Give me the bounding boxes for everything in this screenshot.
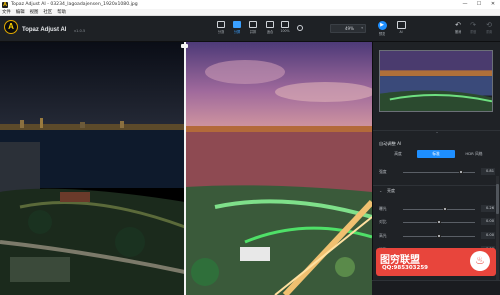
- exposure-label: 曝光: [379, 206, 387, 211]
- image-canvas[interactable]: [0, 42, 372, 295]
- window-title: Topaz Adjust AI - 03234_lagoadajensen_19…: [11, 2, 138, 7]
- zoom-100-button[interactable]: 100%: [278, 21, 292, 37]
- panel-bottom-bar: [372, 280, 500, 295]
- single-view-label: 分割: [217, 30, 225, 34]
- undo-label: 撤消: [454, 30, 462, 34]
- strength-label: 强度: [379, 169, 387, 174]
- topaz-logo: A: [4, 20, 18, 34]
- watermark-qq: QQ:985303259: [382, 265, 428, 271]
- watermark-logo: 图穷联盟 QQ:985303259 ♨: [376, 248, 496, 276]
- app-version: v1.0.5: [74, 29, 86, 33]
- highlights-slider-row: 高光 0.00: [379, 232, 495, 240]
- app-toolbar: A Topaz Adjust AI v1.0.5 分割 分屏 并排 适合 100…: [0, 16, 500, 42]
- contrast-label: 对比: [379, 219, 387, 224]
- fit-button[interactable]: 适合: [263, 21, 277, 37]
- navigator-thumbnail[interactable]: [379, 50, 493, 112]
- redo-button[interactable]: ↷ 重做: [466, 21, 480, 37]
- highlights-value[interactable]: 0.00: [481, 232, 495, 239]
- chevron-down-icon: ▾: [361, 26, 363, 30]
- topaz-icon: A: [2, 1, 8, 8]
- watermark-name: 图穷联盟: [380, 255, 420, 266]
- single-view-button[interactable]: 分割: [214, 21, 228, 37]
- strength-track[interactable]: [403, 172, 475, 173]
- preview-icon: ▶: [377, 21, 387, 30]
- zoom-100-label: 100%: [280, 29, 290, 33]
- contrast-slider-row: 对比 0.00: [379, 218, 495, 226]
- window-title-bar: A Topaz Adjust AI - 03234_lagoadajensen_…: [0, 0, 500, 9]
- menu-community[interactable]: 社区: [43, 9, 52, 15]
- split-view-label: 分屏: [233, 30, 241, 34]
- preview-button[interactable]: ▶ 预览: [375, 21, 389, 37]
- side-by-side-label: 并排: [249, 30, 257, 34]
- single-view-icon: [217, 21, 225, 28]
- fit-label: 适合: [266, 30, 274, 34]
- menu-bar: 文件 编辑 视图 社区 帮助: [0, 9, 500, 16]
- ai-icon: [396, 21, 406, 29]
- ai-label: AI: [399, 30, 403, 34]
- reset-icon: ⟲: [486, 21, 492, 29]
- auto-adjust-title: 自动调整 AI: [379, 141, 402, 146]
- exposure-slider-row: 曝光 0.26: [379, 205, 495, 213]
- preview-label: 预览: [378, 32, 386, 36]
- strength-knob[interactable]: [459, 170, 464, 174]
- chevron-up-icon: ⌃: [435, 131, 439, 136]
- undo-button[interactable]: ↶ 撤消: [451, 21, 465, 37]
- mode-selector: 高度 标准 HDR 风格: [379, 150, 493, 158]
- exposure-value[interactable]: 0.26: [481, 205, 495, 212]
- contrast-value[interactable]: 0.00: [481, 218, 495, 225]
- redo-icon: ↷: [470, 21, 476, 29]
- menu-view[interactable]: 视图: [30, 9, 39, 15]
- original-image: [0, 42, 185, 295]
- split-view-icon: [233, 21, 241, 28]
- split-divider-handle[interactable]: [181, 44, 188, 48]
- highlights-label: 高光: [379, 233, 387, 238]
- panel-scrollbar-thumb[interactable]: [496, 184, 499, 214]
- panel-scrollbar[interactable]: [496, 176, 499, 286]
- strength-slider-row: 强度 0.81: [379, 168, 495, 176]
- split-divider[interactable]: [184, 42, 186, 295]
- mode-hdr[interactable]: HDR 风格: [455, 150, 493, 158]
- brightness-section-header[interactable]: ⌄ 亮度: [373, 185, 497, 194]
- zoom-100-icon: [281, 21, 289, 28]
- chevron-down-icon: ⌄: [379, 188, 383, 193]
- reset-button[interactable]: ⟲ 重置: [482, 21, 496, 37]
- exposure-track[interactable]: [403, 209, 475, 210]
- highlights-knob[interactable]: [437, 234, 441, 238]
- reset-label: 重置: [485, 30, 493, 34]
- redo-label: 重做: [469, 30, 477, 34]
- brightness-section-title: 亮度: [387, 188, 395, 193]
- maximize-button[interactable]: ☐: [472, 0, 486, 9]
- zoom-select[interactable]: 49% ▾: [330, 24, 366, 33]
- menu-edit[interactable]: 编辑: [16, 9, 25, 15]
- split-view-button[interactable]: 分屏: [230, 21, 244, 37]
- window-controls: — ☐ ✕: [458, 0, 500, 9]
- compare-circle-icon[interactable]: [297, 25, 303, 31]
- app-brand: Topaz Adjust AI: [22, 27, 67, 33]
- ai-button[interactable]: AI: [394, 21, 408, 37]
- exposure-knob[interactable]: [442, 207, 447, 211]
- contrast-knob[interactable]: [437, 220, 441, 224]
- side-by-side-icon: [249, 21, 257, 28]
- menu-help[interactable]: 帮助: [57, 9, 66, 15]
- menu-file[interactable]: 文件: [2, 9, 11, 15]
- mode-standard[interactable]: 标准: [417, 150, 455, 158]
- flame-icon: ♨: [470, 251, 490, 271]
- navigator-collapse-toggle[interactable]: ⌃: [373, 130, 500, 136]
- side-by-side-button[interactable]: 并排: [246, 21, 260, 37]
- fit-icon: [266, 21, 274, 28]
- undo-icon: ↶: [455, 21, 461, 29]
- mode-high[interactable]: 高度: [379, 150, 417, 158]
- processed-image: [185, 42, 372, 295]
- minimize-button[interactable]: —: [458, 0, 472, 9]
- close-window-button[interactable]: ✕: [486, 0, 500, 9]
- zoom-value: 49%: [345, 26, 354, 31]
- strength-value[interactable]: 0.81: [481, 168, 495, 175]
